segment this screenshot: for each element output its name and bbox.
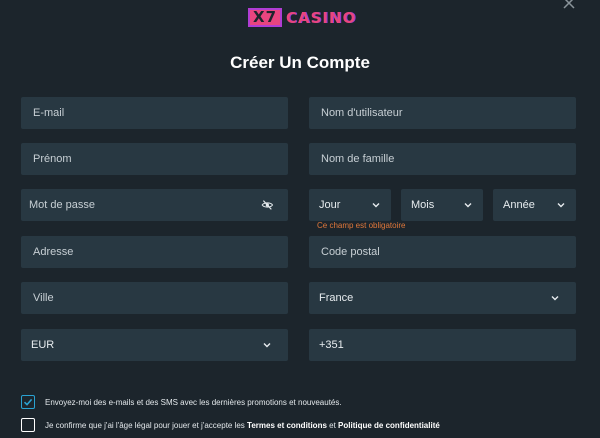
city-input[interactable] bbox=[31, 291, 278, 305]
terms-consent-row: Je confirme que j'ai l'âge légal pour jo… bbox=[21, 418, 440, 432]
postal-code-input[interactable] bbox=[319, 245, 566, 259]
logo: X7 CASINO bbox=[248, 7, 355, 28]
dob-year-select[interactable]: Année bbox=[493, 189, 576, 221]
phone-field[interactable]: +351 bbox=[309, 329, 576, 361]
marketing-consent-row: Envoyez-moi des e-mails et des SMS avec … bbox=[21, 395, 342, 409]
terms-consent-checkbox[interactable] bbox=[21, 418, 35, 432]
country-select[interactable]: France bbox=[309, 282, 576, 314]
terms-consent-label: Je confirme que j'ai l'âge légal pour jo… bbox=[45, 421, 440, 430]
dob-day-label: Jour bbox=[319, 199, 341, 211]
chevron-down-icon bbox=[372, 203, 380, 208]
close-icon[interactable] bbox=[562, 0, 576, 10]
privacy-link[interactable]: Politique de confidentialité bbox=[338, 421, 440, 430]
username-input[interactable] bbox=[319, 106, 566, 120]
chevron-down-icon bbox=[464, 203, 472, 208]
lastname-field[interactable] bbox=[309, 143, 576, 175]
dob-month-label: Mois bbox=[411, 199, 435, 211]
dob-error-message: Ce champ est obligatoire bbox=[317, 221, 406, 230]
firstname-input[interactable] bbox=[31, 152, 278, 166]
chevron-down-icon bbox=[557, 203, 565, 208]
marketing-consent-checkbox[interactable] bbox=[21, 395, 35, 409]
marketing-consent-label: Envoyez-moi des e-mails et des SMS avec … bbox=[45, 397, 342, 407]
username-field[interactable] bbox=[309, 97, 576, 129]
firstname-field[interactable] bbox=[21, 143, 288, 175]
logo-casino: CASINO bbox=[286, 8, 357, 27]
country-value: France bbox=[319, 292, 354, 304]
postal-code-field[interactable] bbox=[309, 236, 576, 268]
address-input[interactable] bbox=[31, 245, 278, 259]
lastname-input[interactable] bbox=[319, 152, 566, 166]
currency-select[interactable]: EUR bbox=[21, 329, 288, 361]
terms-link[interactable]: Termes et conditions bbox=[247, 421, 327, 430]
logo-x7: X7 bbox=[248, 8, 283, 27]
password-field[interactable] bbox=[21, 189, 288, 221]
dob-year-label: Année bbox=[503, 199, 535, 211]
chevron-down-icon bbox=[551, 296, 559, 301]
dob-day-select[interactable]: Jour bbox=[309, 189, 391, 221]
checkmark-icon bbox=[23, 398, 33, 406]
terms-consent-and: et bbox=[326, 420, 339, 430]
city-field[interactable] bbox=[21, 282, 288, 314]
page-title: Créer Un Compte bbox=[230, 53, 370, 72]
address-field[interactable] bbox=[21, 236, 288, 268]
terms-consent-text: Je confirme que j'ai l'âge légal pour jo… bbox=[45, 420, 248, 430]
chevron-down-icon bbox=[263, 343, 271, 348]
password-input[interactable] bbox=[27, 198, 256, 212]
dob-month-select[interactable]: Mois bbox=[401, 189, 483, 221]
email-field[interactable] bbox=[21, 97, 288, 129]
currency-value: EUR bbox=[31, 339, 55, 351]
phone-prefix: +351 bbox=[319, 339, 344, 351]
eye-slash-icon[interactable] bbox=[261, 198, 274, 212]
email-input[interactable] bbox=[31, 106, 278, 120]
